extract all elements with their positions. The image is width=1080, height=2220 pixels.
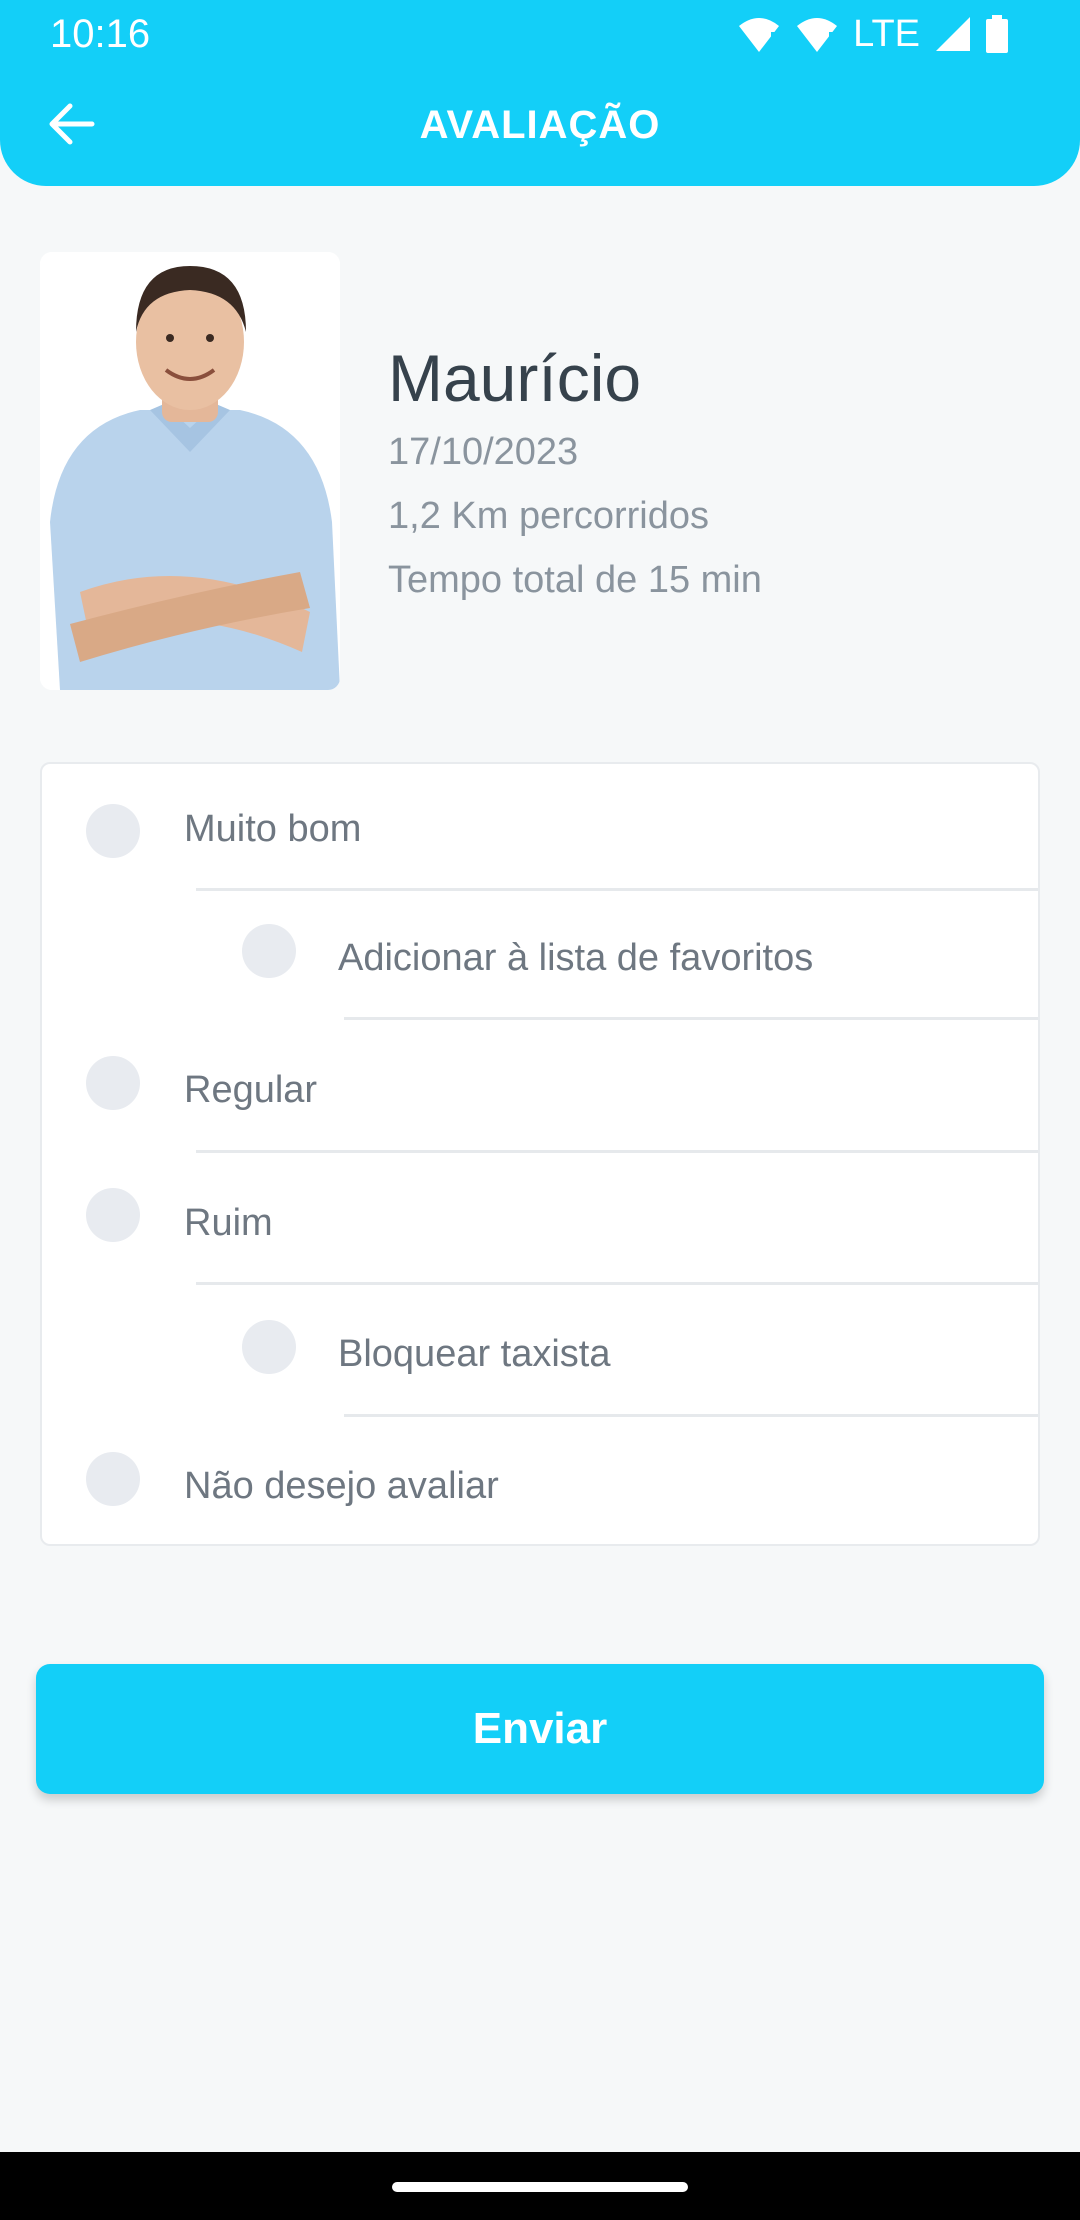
radio-button[interactable] — [86, 1056, 140, 1110]
wifi-alert-icon — [739, 18, 780, 52]
divider — [344, 1414, 1038, 1417]
option-label: Bloquear taxista — [338, 1333, 611, 1375]
network-type: LTE — [853, 13, 920, 55]
divider — [196, 888, 1038, 891]
option-label: Adicionar à lista de favoritos — [338, 937, 814, 979]
status-time: 10:16 — [50, 12, 151, 56]
wifi-alert-icon — [797, 18, 838, 52]
trip-duration: Tempo total de 15 min — [388, 559, 762, 601]
driver-name: Maurício — [388, 341, 642, 415]
divider — [196, 1150, 1038, 1153]
status-icons: LTE — [737, 12, 1008, 56]
radio-button[interactable] — [86, 804, 140, 858]
option-label: Regular — [184, 1069, 318, 1111]
system-nav-bar — [0, 2152, 1080, 2220]
trip-distance: 1,2 Km percorridos — [388, 495, 710, 537]
radio-button[interactable] — [242, 1320, 296, 1374]
battery-icon — [986, 15, 1008, 53]
app-header: 10:16 LTE AVALIAÇÃO — [0, 0, 1080, 186]
option-label: Ruim — [184, 1202, 273, 1244]
signal-icon — [936, 17, 970, 51]
option-label: Não desejo avaliar — [184, 1465, 499, 1507]
trip-date: 17/10/2023 — [388, 431, 579, 473]
driver-photo — [40, 252, 340, 690]
driver-avatar — [40, 252, 340, 690]
radio-button[interactable] — [242, 924, 296, 978]
divider — [344, 1017, 1038, 1020]
radio-button[interactable] — [86, 1188, 140, 1242]
page-title: AVALIAÇÃO — [419, 103, 661, 147]
radio-button[interactable] — [86, 1452, 140, 1506]
home-gesture-bar[interactable] — [392, 2182, 688, 2192]
option-label: Muito bom — [184, 808, 362, 850]
divider — [196, 1282, 1038, 1285]
submit-button[interactable]: Enviar — [36, 1664, 1044, 1794]
rating-options-card: Muito bom Adicionar à lista de favoritos… — [40, 762, 1040, 1546]
